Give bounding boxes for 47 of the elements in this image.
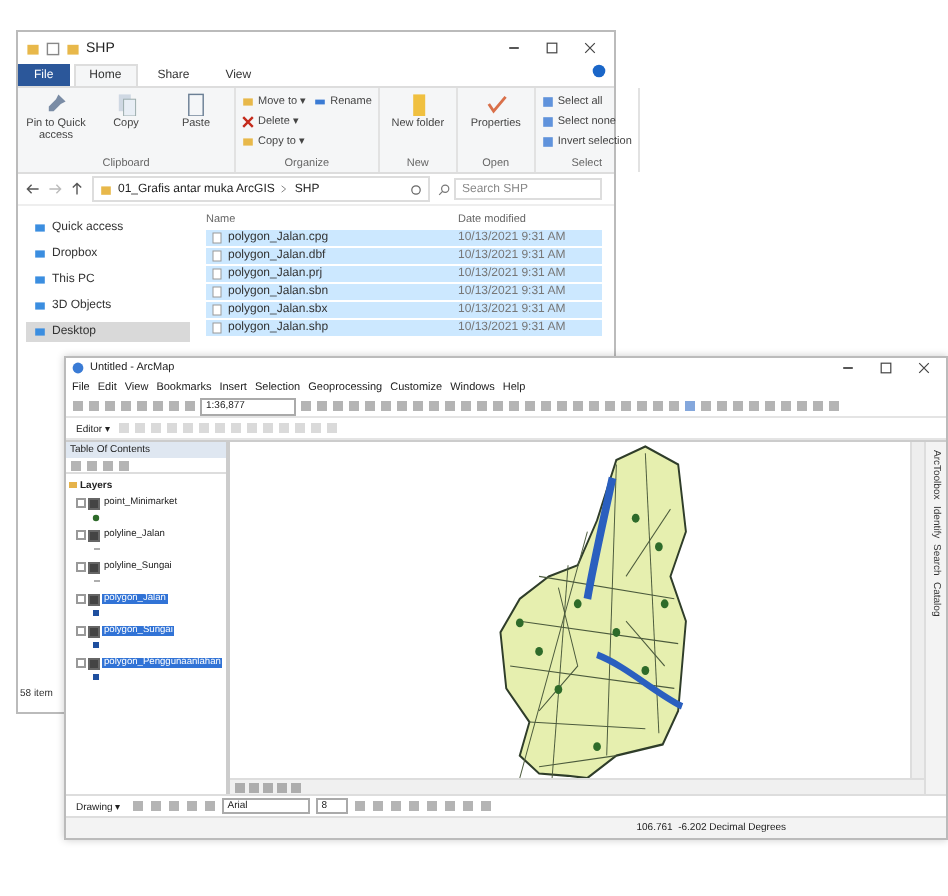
collapse-toggle[interactable] [76,658,86,668]
checkbox-icon [46,41,60,55]
pin-icon [44,92,68,116]
layer-checkbox[interactable] [88,625,100,637]
folder-icon [242,135,254,147]
map-drawing[interactable] [499,445,687,778]
layers-icon [68,480,78,490]
polygon-symbol-icon [92,674,100,680]
polygon-symbol-icon [92,642,100,648]
layer-checkbox[interactable] [88,497,100,509]
folder-icon [100,183,112,195]
collapse-toggle[interactable] [76,530,86,540]
help-icon [592,64,606,78]
layer-checkbox[interactable] [88,529,100,541]
delete-icon [242,115,254,127]
collapse-toggle[interactable] [76,562,86,572]
collapse-toggle[interactable] [76,626,86,636]
folder-icon [242,95,254,107]
polygon-symbol-icon [92,610,100,616]
maximize-icon[interactable] [880,362,892,374]
horizontal-scrollbar[interactable] [230,778,924,794]
folder-icon [26,41,40,55]
up-arrow-icon [70,182,84,196]
back-arrow-icon [26,182,40,196]
collapse-toggle[interactable] [76,498,86,508]
collapse-toggle[interactable] [76,594,86,604]
search-icon [438,183,450,195]
maximize-icon[interactable] [546,42,558,54]
close-icon[interactable] [584,42,596,54]
globe-icon [72,362,84,374]
vertical-scrollbar[interactable] [910,442,924,778]
line-symbol-icon [92,578,102,584]
minimize-icon[interactable] [508,46,520,50]
folder-icon [66,41,80,55]
rename-icon [314,95,327,107]
layer-checkbox[interactable] [88,657,100,669]
minimize-icon[interactable] [842,366,854,370]
layer-checkbox[interactable] [88,593,100,605]
refresh-icon [410,183,422,195]
layer-checkbox[interactable] [88,561,100,573]
point-symbol-icon [92,513,100,521]
checkmark-icon [483,92,508,116]
line-symbol-icon [92,546,102,552]
forward-arrow-icon [48,182,62,196]
close-icon[interactable] [918,362,930,374]
copy-icon [114,92,138,116]
chevron-icon [280,184,289,194]
